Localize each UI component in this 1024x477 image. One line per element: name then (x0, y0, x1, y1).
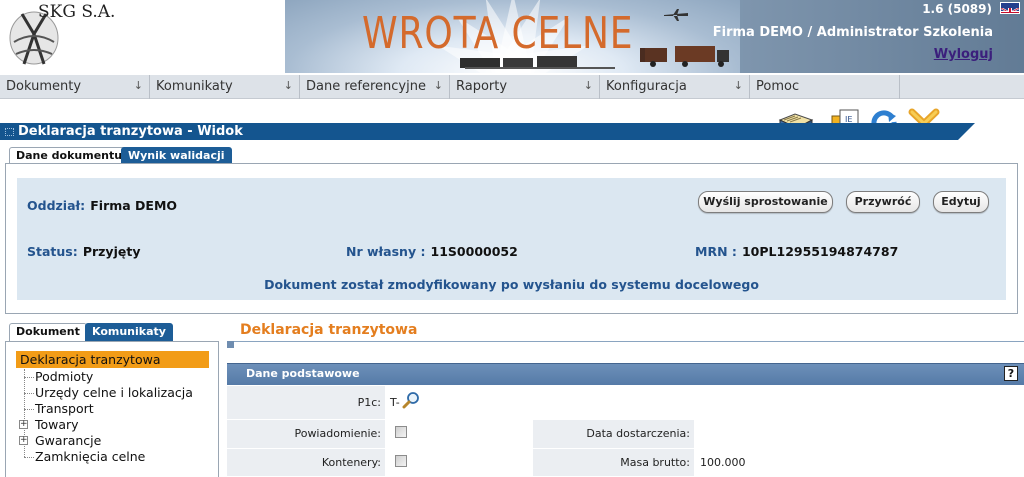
menu-item-label: Komunikaty (156, 79, 233, 94)
tab-komunikaty[interactable]: Komunikaty (85, 323, 173, 341)
menu-item-konfiguracja[interactable]: Konfiguracja ↓ (600, 75, 750, 99)
p1c-value: T- (390, 396, 400, 409)
search-icon[interactable] (402, 391, 420, 409)
arrow-down-icon: ↓ (433, 79, 443, 92)
menu-item-pomoc[interactable]: Pomoc (750, 75, 900, 99)
restore-button[interactable]: Przywróć (846, 191, 920, 213)
tree-node-zamkniecia[interactable]: Zamknięcia celne (35, 449, 145, 464)
edit-button[interactable]: Edytuj (933, 191, 989, 213)
logout-link[interactable]: Wyloguj (934, 47, 993, 62)
tree-connector (24, 409, 34, 410)
arrow-down-icon: ↓ (583, 79, 593, 92)
form-title-underline (227, 341, 1024, 342)
form-title: Deklaracja tranzytowa (240, 322, 418, 338)
tab-dokument[interactable]: Dokument (9, 323, 87, 342)
menu-item-label: Pomoc (756, 79, 800, 94)
status-field: Status: Przyjęty (27, 241, 140, 260)
menu-item-label: Dane referencyjne (306, 79, 426, 94)
truck-illustration (645, 46, 729, 67)
tree-node-podmioty[interactable]: Podmioty (35, 369, 93, 384)
header: WROTA CELNE SKG S.A. 1.6 (5089) Firma DE… (0, 0, 1024, 73)
mrn-value: 10PL12955194874787 (741, 244, 899, 259)
tree-node-transport[interactable]: Transport (35, 401, 94, 416)
branch-field: Oddział: Firma DEMO (27, 195, 177, 214)
menu-item-label: Konfiguracja (606, 79, 687, 94)
app-title: WROTA CELNE (362, 8, 634, 59)
page-title: Deklaracja tranzytowa - Widok (18, 124, 243, 139)
main-menu-bar: Dokumenty ↓ Komunikaty ↓ Dane referencyj… (0, 75, 1024, 99)
tree-connector (24, 457, 34, 458)
notification-label: Powiadomienie: (294, 427, 381, 440)
delivery-date-label: Data dostarczenia: (586, 427, 690, 440)
status-value: Przyjęty (82, 244, 141, 259)
arrow-down-icon: ↓ (733, 79, 743, 92)
tree-node-root[interactable]: Deklaracja tranzytowa (20, 352, 160, 367)
section-title: Dane podstawowe (246, 367, 360, 380)
own-number-value: 11S0000052 (430, 244, 518, 259)
arrow-down-icon: ↓ (133, 79, 143, 92)
grid-icon (5, 128, 14, 136)
tree-connector (24, 377, 34, 378)
send-correction-button[interactable]: Wyślij sprostowanie (698, 191, 833, 213)
gross-mass-value: 100.000 (700, 456, 746, 469)
modified-note: Dokument został zmodyfikowany po wysłani… (264, 277, 759, 292)
company-user-label: Firma DEMO / Administrator Szkolenia (712, 25, 993, 40)
logo-text: SKG S.A. (38, 2, 116, 22)
uk-flag-icon[interactable] (1000, 2, 1020, 14)
expand-plus-icon[interactable]: + (19, 436, 28, 445)
airplane-illustration (664, 9, 688, 21)
gross-mass-label: Masa brutto: (620, 456, 690, 469)
containers-checkbox[interactable] (395, 455, 407, 467)
tree-connector (24, 393, 34, 394)
own-number-label: Nr własny : (346, 244, 426, 259)
form-value-cell (694, 420, 1024, 448)
form-value-cell (385, 420, 533, 448)
menu-item-label: Dokumenty (6, 79, 82, 94)
form-value-cell (385, 449, 533, 477)
title-bar-corner (958, 123, 975, 140)
menu-item-raporty[interactable]: Raporty ↓ (450, 75, 600, 99)
tree-node-urzedy[interactable]: Urzędy celne i lokalizacja (35, 385, 193, 400)
status-label: Status: (27, 244, 78, 259)
form-title-marker (227, 341, 234, 348)
branch-value: Firma DEMO (90, 198, 178, 213)
containers-label: Kontenery: (321, 456, 381, 469)
branch-label: Oddział: (27, 198, 86, 213)
menu-item-dane-referencyjne[interactable]: Dane referencyjne ↓ (300, 75, 450, 99)
own-number-field: Nr własny : 11S0000052 (346, 241, 518, 260)
p1c-label: P1c: (357, 396, 381, 409)
tree-node-gwarancje[interactable]: Gwarancje (35, 433, 101, 448)
tree-node-towary[interactable]: Towary (35, 417, 79, 432)
version-label: 1.6 (5089) (922, 2, 992, 16)
form-value-cell (385, 386, 1024, 419)
help-button[interactable]: ? (1004, 366, 1018, 381)
expand-plus-icon[interactable]: + (19, 420, 28, 429)
mrn-label: MRN : (695, 244, 737, 259)
mrn-field: MRN : 10PL12955194874787 (695, 241, 898, 260)
menu-item-label: Raporty (456, 79, 508, 94)
menu-item-komunikaty[interactable]: Komunikaty ↓ (150, 75, 300, 99)
arrow-down-icon: ↓ (283, 79, 293, 92)
notification-checkbox[interactable] (395, 426, 407, 438)
menu-item-dokumenty[interactable]: Dokumenty ↓ (0, 75, 150, 99)
